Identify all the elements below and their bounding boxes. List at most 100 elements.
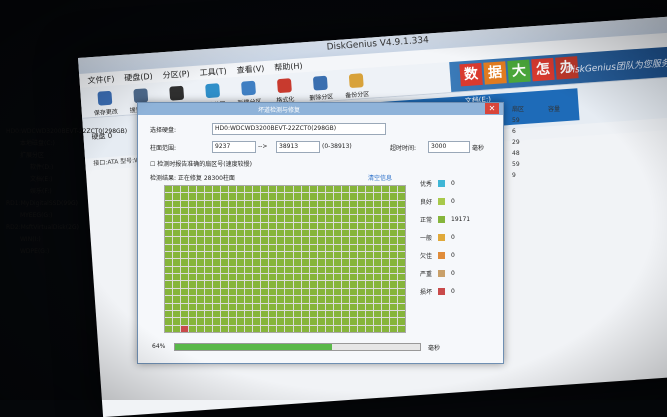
sector-cell <box>293 310 301 318</box>
sector-cell <box>381 237 389 244</box>
sector-cell <box>269 259 277 266</box>
sector-cell <box>365 274 373 281</box>
menu-file[interactable]: 文件(F) <box>87 73 115 86</box>
sector-cell <box>181 186 189 193</box>
tree-item[interactable]: WIN(I:) <box>6 234 134 246</box>
sector-cell <box>365 237 373 244</box>
sector-cell <box>381 208 389 215</box>
menu-view[interactable]: 查看(V) <box>236 63 264 76</box>
sector-cell <box>245 200 253 208</box>
sector-cell <box>293 215 301 222</box>
toolbar-button[interactable]: 格式化 <box>268 75 302 105</box>
sector-cell <box>381 310 389 318</box>
sector-cell <box>261 325 269 332</box>
tree-item[interactable]: 娱乐(F:) <box>6 186 134 198</box>
tree-item[interactable]: HD0:WDCWD3200BEVT-22ZCT0(298GB) <box>6 126 134 138</box>
report-checkbox[interactable]: ☐ 检测时报告准确的扇区号(速度较慢) <box>150 159 252 168</box>
tree-item[interactable]: RD2:MsftVirtualDisk(2G) <box>6 222 134 234</box>
sector-cell <box>301 318 309 325</box>
sector-cell <box>397 200 405 208</box>
sector-cell <box>277 296 285 303</box>
sector-cell <box>205 193 213 200</box>
toolbar-button[interactable]: 备份分区 <box>340 70 374 100</box>
sector-cell <box>381 222 389 230</box>
sector-cell <box>213 266 221 274</box>
sector-cell <box>277 222 285 230</box>
toolbar-button[interactable]: 删除分区 <box>304 72 338 102</box>
sector-cell <box>221 222 229 230</box>
menu-help[interactable]: 帮助(H) <box>274 60 303 73</box>
sector-cell <box>333 215 341 222</box>
sector-cell <box>253 296 261 303</box>
sector-cell <box>317 244 325 252</box>
sector-cell <box>189 310 197 318</box>
right-col-cell: 6 <box>512 128 516 135</box>
sector-cell <box>197 237 205 244</box>
toolbar-button[interactable]: 保存更改 <box>88 87 122 117</box>
tree-item[interactable]: RD1:MyDigitalSSD(99G) <box>6 198 134 210</box>
sector-cell <box>245 310 253 318</box>
sector-cell <box>237 325 245 332</box>
sector-cell <box>357 303 365 310</box>
sector-cell <box>205 215 213 222</box>
sector-cell <box>309 237 317 244</box>
close-button[interactable]: ✕ <box>485 103 499 114</box>
sector-cell <box>293 193 301 200</box>
range-from-input[interactable]: 9237 <box>212 141 256 153</box>
sector-cell <box>357 215 365 222</box>
sector-cell <box>373 281 381 288</box>
sector-cell <box>269 237 277 244</box>
sector-cell <box>237 244 245 252</box>
sector-cell <box>165 186 173 193</box>
sector-cell <box>309 208 317 215</box>
sector-cell <box>237 281 245 288</box>
sector-cell <box>317 303 325 310</box>
sector-cell <box>245 237 253 244</box>
sector-cell <box>237 237 245 244</box>
sector-cell <box>181 303 189 310</box>
legend-count: 0 <box>451 252 455 259</box>
sector-cell <box>261 186 269 193</box>
sector-cell <box>349 281 357 288</box>
banner-char: 据 <box>483 61 507 85</box>
sector-cell <box>205 274 213 281</box>
tree-item[interactable]: 软件(D:) <box>6 162 134 174</box>
sector-cell <box>205 200 213 208</box>
sector-cell <box>189 274 197 281</box>
sector-cell <box>245 193 253 200</box>
menu-disk[interactable]: 硬盘(D) <box>124 70 153 83</box>
sector-cell <box>237 266 245 274</box>
tree-item[interactable]: 本地磁盘(C:) <box>6 138 134 150</box>
sector-cell <box>317 230 325 237</box>
sector-cell <box>301 310 309 318</box>
tree-item[interactable]: MYEEG(G:) <box>6 210 134 222</box>
range-to-input[interactable]: 38913 <box>276 141 320 153</box>
tree-item[interactable]: 文档(E:) <box>6 174 134 186</box>
timeout-input[interactable]: 3000 <box>428 141 470 153</box>
sector-cell <box>381 193 389 200</box>
sector-cell <box>381 259 389 266</box>
sector-cell <box>341 237 349 244</box>
legend-count: 0 <box>451 234 455 241</box>
sector-cell <box>381 230 389 237</box>
menu-partition[interactable]: 分区(P) <box>162 68 190 81</box>
format-icon <box>276 78 292 94</box>
sector-cell <box>301 200 309 208</box>
sector-cell <box>357 274 365 281</box>
sector-cell <box>165 237 173 244</box>
sector-cell <box>341 186 349 193</box>
sector-cell <box>373 252 381 259</box>
tree-item[interactable]: 扩展分区 <box>6 150 134 162</box>
range-note: (0-38913) <box>322 143 352 150</box>
sector-cell <box>181 222 189 230</box>
sector-cell <box>285 208 293 215</box>
sector-cell <box>325 186 333 193</box>
tree-item[interactable]: WDPE(G:) <box>6 246 134 258</box>
sector-cell <box>357 281 365 288</box>
sector-cell <box>341 208 349 215</box>
clear-info-link[interactable]: 清空信息 <box>368 173 392 182</box>
sector-cell <box>197 296 205 303</box>
menu-tools[interactable]: 工具(T) <box>199 65 227 78</box>
disk-select[interactable]: HD0:WDCWD3200BEVT-22ZCT0(298GB) <box>212 123 386 135</box>
sector-cell <box>173 200 181 208</box>
